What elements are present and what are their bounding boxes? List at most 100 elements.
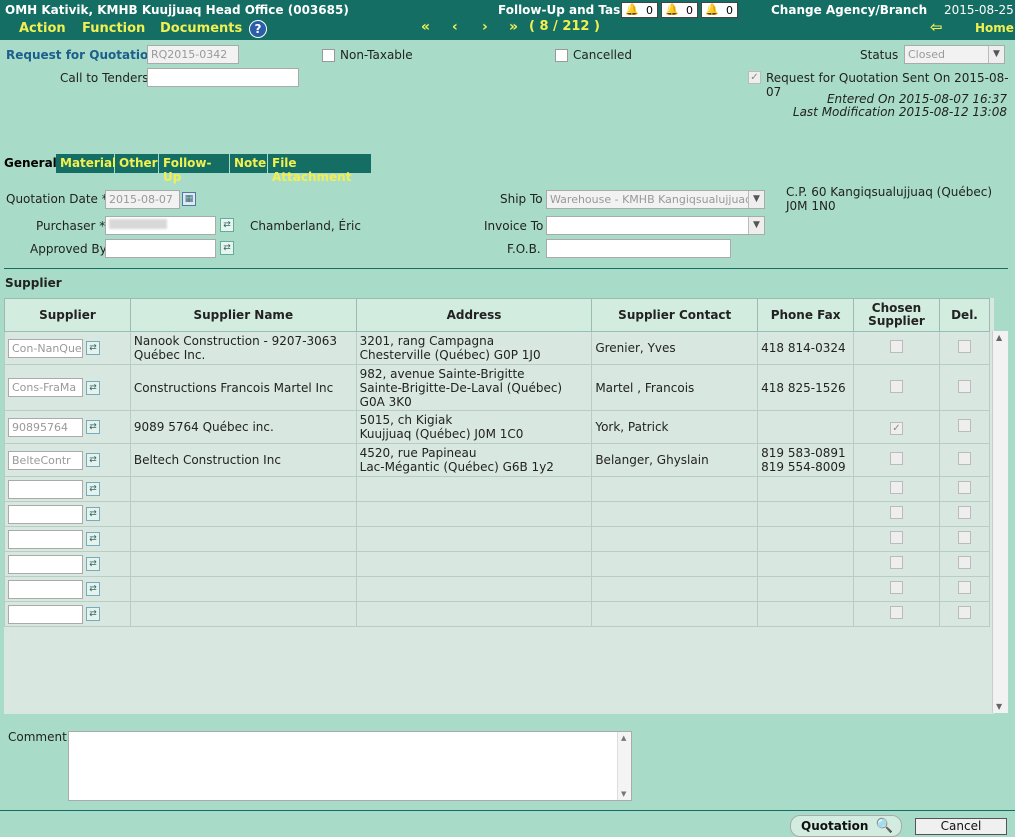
tab-general[interactable]: General <box>0 154 57 173</box>
supplier-lookup-icon[interactable]: ⇄ <box>86 453 100 467</box>
supplier-code-field[interactable]: Cons-FraMa <box>8 378 83 397</box>
delete-cell <box>938 331 991 365</box>
menu-action[interactable]: Action <box>19 21 66 36</box>
menu-function[interactable]: Function <box>82 21 145 36</box>
supplier-code-field[interactable] <box>8 579 83 599</box>
delete-cell <box>938 501 991 527</box>
scroll-down-icon[interactable]: ▼ <box>621 790 626 798</box>
change-agency-link[interactable]: Change Agency/Branch <box>771 3 927 17</box>
followup-label[interactable]: Follow-Up and Task <box>498 3 628 17</box>
supplier-lookup-icon[interactable]: ⇄ <box>86 557 100 571</box>
supplier-name-cell <box>129 476 357 502</box>
chosen-cell <box>853 551 940 577</box>
supplier-lookup-icon[interactable]: ⇄ <box>86 482 100 496</box>
delete-checkbox[interactable] <box>957 606 971 619</box>
counter-green[interactable]: 🔔 0 <box>701 2 738 18</box>
contact-cell: York, Patrick <box>591 410 759 444</box>
nav-first-button[interactable]: « <box>421 19 430 35</box>
ship-to-label: Ship To <box>500 192 543 206</box>
scroll-up-icon[interactable]: ▲ <box>996 333 1002 342</box>
bell-red-icon: 🔔 <box>625 3 639 16</box>
delete-cell <box>938 576 991 602</box>
tab-follow-up[interactable]: Follow-Up <box>159 154 230 184</box>
comment-scrollbar[interactable]: ▲ ▼ <box>617 732 631 800</box>
cancel-button[interactable]: Cancel <box>915 818 1007 835</box>
supplier-lookup-icon[interactable]: ⇄ <box>86 507 100 521</box>
purchaser-name: Chamberland, Éric <box>250 219 361 233</box>
supplier-code-field[interactable] <box>8 504 83 524</box>
delete-checkbox[interactable] <box>957 506 971 519</box>
menu-documents[interactable]: Documents <box>160 21 242 36</box>
supplier-lookup-icon[interactable]: ⇄ <box>86 532 100 546</box>
delete-checkbox[interactable] <box>957 481 971 494</box>
call-tenders-field[interactable] <box>147 68 299 87</box>
non-taxable-checkbox[interactable] <box>322 49 335 62</box>
tab-note[interactable]: Note <box>230 154 268 173</box>
phone-cell: 819 583-0891 819 554-8009 <box>757 443 855 477</box>
delete-checkbox[interactable] <box>957 452 971 465</box>
rfq-label: Request for Quotation <box>6 48 157 62</box>
chevron-down-icon: ▼ <box>748 217 764 234</box>
supplier-lookup-icon[interactable]: ⇄ <box>86 341 100 355</box>
status-label: Status <box>860 48 899 62</box>
supplier-name-cell <box>129 601 357 627</box>
scroll-down-icon[interactable]: ▼ <box>996 702 1002 711</box>
cancelled-checkbox[interactable] <box>555 49 568 62</box>
calendar-icon[interactable]: ▦ <box>182 192 196 206</box>
nav-next-button[interactable]: › <box>482 19 488 35</box>
supplier-code-cell: ⇄ <box>4 501 131 527</box>
purchaser-field[interactable] <box>105 216 216 235</box>
supplier-code-cell: Con-NanQue ⇄ <box>4 331 131 365</box>
supplier-code-cell: ⇄ <box>4 601 131 627</box>
invoice-to-select[interactable]: ▼ <box>546 216 765 235</box>
purchaser-label: Purchaser * <box>36 219 106 233</box>
supplier-lookup-icon[interactable]: ⇄ <box>86 607 100 621</box>
delete-checkbox[interactable] <box>957 340 971 353</box>
chosen-cell <box>853 331 940 365</box>
nav-last-button[interactable]: » <box>509 19 518 35</box>
supplier-code-field[interactable]: Con-NanQue <box>8 338 83 358</box>
home-link[interactable]: Home <box>975 21 1014 35</box>
quotation-button[interactable]: Quotation 🔍 <box>790 815 902 837</box>
supplier-code-field[interactable] <box>8 479 83 499</box>
counter-orange[interactable]: 🔔 0 <box>661 2 698 18</box>
tab-file-attachment[interactable]: File Attachment <box>268 154 372 184</box>
scroll-up-icon[interactable]: ▲ <box>621 734 626 742</box>
supplier-code-field[interactable]: 90895764 <box>8 417 83 437</box>
address-cell <box>355 476 593 502</box>
fob-field[interactable] <box>546 239 731 258</box>
contact-cell: Martel , Francois <box>591 364 759 411</box>
supplier-lookup-icon[interactable]: ⇄ <box>86 420 100 434</box>
delete-checkbox[interactable] <box>957 419 971 432</box>
delete-checkbox[interactable] <box>957 379 971 393</box>
cancelled-label: Cancelled <box>573 48 632 62</box>
grid-scrollbar[interactable]: ▲ ▼ <box>992 331 1008 713</box>
chosen-supplier-checkbox <box>890 606 903 619</box>
tab-material[interactable]: Material <box>56 154 116 173</box>
table-row: Cons-FraMa ⇄ Constructions Francois Martel… <box>4 364 991 411</box>
delete-checkbox[interactable] <box>957 581 971 594</box>
approved-by-field[interactable] <box>105 239 216 258</box>
supplier-code-field[interactable]: BelteContr <box>8 450 83 470</box>
approved-by-lookup-icon[interactable]: ⇄ <box>220 241 234 255</box>
supplier-code-field[interactable] <box>8 529 83 549</box>
tab-other[interactable]: Other <box>115 154 159 173</box>
supplier-lookup-icon[interactable]: ⇄ <box>86 380 100 395</box>
comment-textarea[interactable]: ▲ ▼ <box>68 731 632 801</box>
help-icon[interactable]: ? <box>249 20 267 38</box>
supplier-code-field[interactable] <box>8 604 83 624</box>
supplier-name-cell <box>129 501 357 527</box>
supplier-code-field[interactable] <box>8 554 83 574</box>
supplier-name-cell <box>129 526 357 552</box>
purchaser-lookup-icon[interactable]: ⇄ <box>220 218 234 232</box>
back-arrow-icon[interactable]: ⇦ <box>930 18 943 36</box>
table-row-empty: ⇄ <box>4 501 991 527</box>
delete-checkbox[interactable] <box>957 556 971 569</box>
chosen-supplier-checkbox <box>890 452 903 465</box>
approved-by-label: Approved By <box>30 242 107 256</box>
nav-prev-button[interactable]: ‹ <box>452 19 458 35</box>
chevron-down-icon: ▼ <box>748 191 764 208</box>
counter-red[interactable]: 🔔 0 <box>621 2 658 18</box>
supplier-lookup-icon[interactable]: ⇄ <box>86 582 100 596</box>
delete-checkbox[interactable] <box>957 531 971 544</box>
